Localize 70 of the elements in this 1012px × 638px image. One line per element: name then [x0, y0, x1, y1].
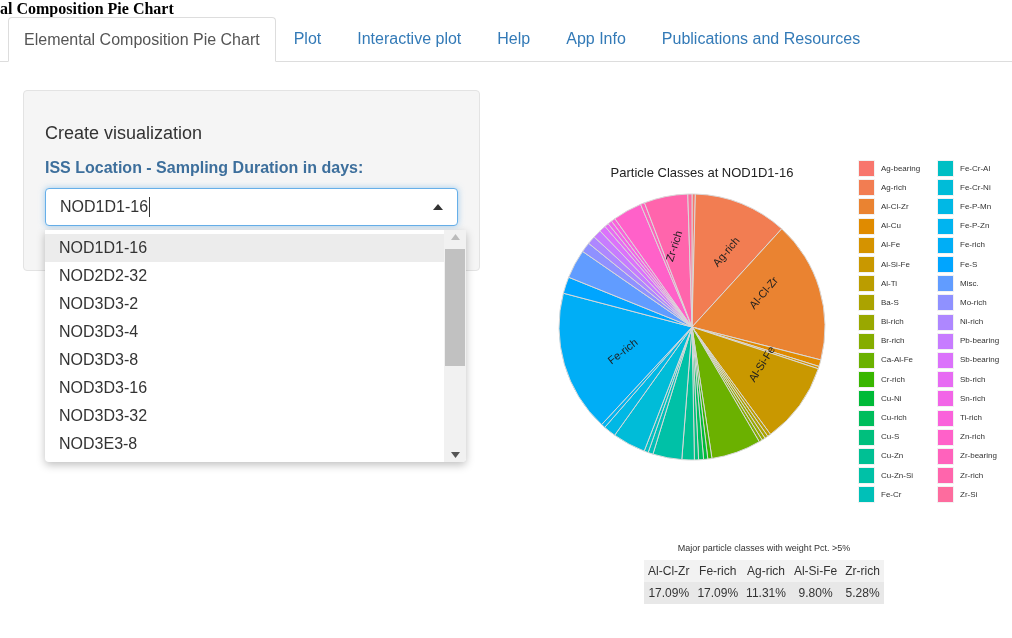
- legend-label: Sn-rich: [960, 392, 987, 405]
- legend-label: Fe-P-Mn: [960, 200, 993, 213]
- table-cell: 17.09%: [693, 581, 743, 604]
- caret-icon: [433, 204, 443, 210]
- legend-label: Fe-P-Zn: [960, 220, 991, 233]
- page-heading: al Composition Pie Chart: [0, 0, 174, 17]
- legend-label: Zr-bearing: [960, 450, 998, 463]
- table-header-cell: Fe-rich: [693, 559, 743, 582]
- table-header-cell: Al-Si-Fe: [789, 559, 842, 582]
- legend-label: Cu-S: [881, 431, 901, 444]
- legend-label: Cu-Ni: [881, 392, 903, 405]
- tab[interactable]: Interactive plot: [339, 16, 480, 61]
- table-cell: 17.09%: [644, 581, 694, 604]
- dropdown-option[interactable]: NOD3E3-8: [45, 430, 444, 458]
- panel-title: Create visualization: [45, 122, 204, 144]
- legend-label: Zr-rich: [960, 469, 985, 482]
- tab[interactable]: Help: [479, 16, 549, 61]
- legend-label: Ti-rich: [960, 412, 983, 425]
- tab[interactable]: Elemental Composition Pie Chart: [8, 17, 276, 62]
- legend-label: Al-Cu: [881, 220, 902, 233]
- field-label: ISS Location - Sampling Duration in days:: [45, 158, 365, 178]
- legend-label: Fe-S: [960, 258, 979, 271]
- scroll-up-icon[interactable]: [450, 234, 460, 240]
- legend-label: Cu-Zn-Si: [881, 469, 914, 482]
- dropdown-option[interactable]: NOD3D3-8: [45, 346, 444, 374]
- tab[interactable]: Publications and Resources: [643, 16, 879, 61]
- legend-label: Al-Ti: [881, 277, 899, 290]
- slice-label: Zr-rich: [663, 228, 685, 263]
- tab[interactable]: App Info: [548, 16, 644, 61]
- legend-label: Ba-S: [881, 296, 900, 309]
- scrollbar[interactable]: [444, 230, 466, 462]
- tab[interactable]: Plot: [275, 16, 340, 61]
- dropdown-option[interactable]: NOD3D3-32: [45, 402, 444, 430]
- legend-label: Fe-Cr-Ni: [960, 181, 992, 194]
- table-header-cell: Al-Cl-Zr: [644, 559, 694, 582]
- legend-label: Cr-rich: [881, 373, 906, 386]
- table-header-cell: Zr-rich: [841, 559, 884, 582]
- dropdown-option[interactable]: NOD1D1-16: [45, 234, 444, 262]
- legend-label: Ag-bearing: [881, 162, 922, 175]
- legend-label: Cu-rich: [881, 412, 908, 425]
- legend-label: Br-rich: [881, 335, 906, 348]
- legend-label: Sb-bearing: [960, 354, 1001, 367]
- legend-label: Al-Cl-Zr: [881, 200, 910, 213]
- legend-label: Zn-rich: [960, 431, 986, 444]
- legend-label: Fe-rich: [960, 239, 986, 252]
- legend-label: Mo-rich: [960, 296, 988, 309]
- chart-title: Particle Classes at NOD1D1-16: [610, 164, 794, 182]
- table-cell: 5.28%: [841, 581, 884, 604]
- legend-label: Ag-rich: [881, 181, 908, 194]
- dropdown-option[interactable]: NOD3D3-16: [45, 374, 444, 402]
- legend-label: Ca-Al-Fe: [881, 354, 914, 367]
- legend-label: Al-Si-Fe: [881, 258, 911, 271]
- table-cell: 11.31%: [742, 581, 790, 604]
- legend-label: Al-Fe: [881, 239, 902, 252]
- legend-label: Cu-Zn: [881, 450, 905, 463]
- legend-label: Bi-rich: [881, 316, 905, 329]
- legend-label: Fe-Cr-Al: [960, 162, 992, 175]
- dropdown-option[interactable]: NOD3D3-2: [45, 290, 444, 318]
- legend-label: Ni-rich: [960, 316, 985, 329]
- table-header-cell: Ag-rich: [742, 559, 790, 582]
- legend-label: Sb-rich: [960, 373, 987, 386]
- table-caption: Major particle classes with weight Pct. >5%: [677, 542, 851, 556]
- legend-label: Pb-bearing: [960, 335, 1001, 348]
- dropdown-option[interactable]: NOD2D2-32: [45, 262, 444, 290]
- location-select[interactable]: NOD1D1-16: [45, 188, 458, 226]
- legend-label: Zr-Si: [960, 488, 979, 501]
- dropdown-option[interactable]: NOD3D3-4: [45, 318, 444, 346]
- scroll-down-icon[interactable]: [450, 452, 460, 458]
- legend-label: Fe-Cr: [881, 488, 903, 501]
- legend-label: Misc.: [960, 277, 980, 290]
